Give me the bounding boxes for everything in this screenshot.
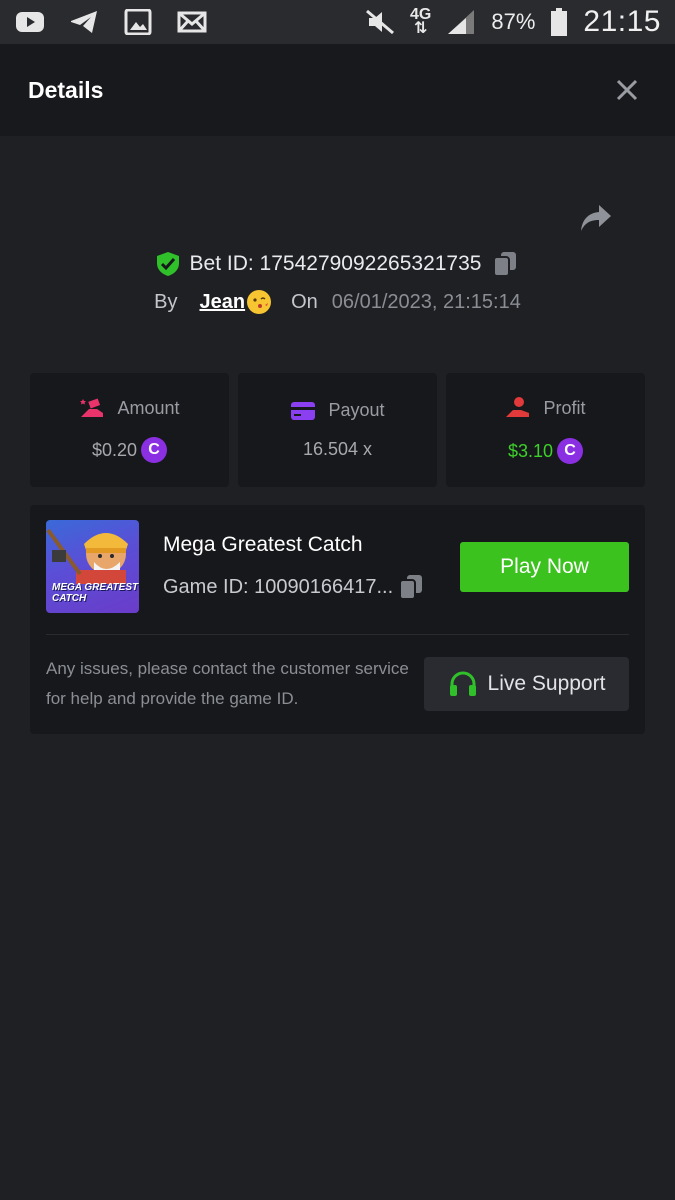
system-icons: 4G ⇅ 87% 21:15 [364,5,661,39]
mail-icon [176,8,208,36]
on-label: On [291,290,318,313]
bet-author-row: By Jean On 06/01/2023, 21:15:14 [0,284,675,320]
share-button[interactable] [576,198,616,238]
stat-payout: Payout 16.504 x [238,373,437,487]
play-now-button[interactable]: Play Now [460,542,629,592]
stat-value: 16.504 x [302,439,373,459]
clock: 21:15 [583,5,661,38]
game-id-row: Game ID: 10090166417... [163,573,425,601]
notification-icons [14,8,208,36]
copy-icon [493,252,517,277]
bet-date: 06/01/2023, 21:15:14 [331,290,521,313]
stat-value: $3.10 [507,440,554,461]
bet-id: Bet ID: 1754279092265321735 [189,252,482,275]
game-card: MEGA GREATEST CATCH Mega Greatest Catch … [30,505,645,734]
coin-icon: C [557,438,584,464]
game-title: Mega Greatest Catch [163,533,363,556]
stat-label: Payout [328,400,385,420]
game-thumbnail[interactable]: MEGA GREATEST CATCH [46,520,139,613]
stat-value: $0.20 [91,439,138,460]
page-title: Details [28,76,104,103]
stat-amount: Amount $0.20 C [30,373,229,487]
user-name: Jean [199,290,246,313]
status-bar: 4G ⇅ 87% 21:15 [0,0,675,44]
game-thumbnail-title: MEGA GREATEST CATCH [52,582,139,604]
youtube-icon [14,8,46,36]
close-button[interactable] [607,70,647,110]
copy-icon [399,575,423,600]
bet-id-row: Bet ID: 1754279092265321735 [0,244,675,284]
battery-percent: 87% [491,9,536,34]
mute-icon [364,8,396,36]
copy-game-id-button[interactable] [397,573,425,601]
game-id: Game ID: 10090166417... [163,575,394,598]
telegram-icon [68,8,100,36]
details-header: Details [0,44,675,136]
money-hand-icon [80,398,104,417]
live-support-label: Live Support [487,672,606,695]
by-label: By [154,290,178,313]
hand-coin-icon [506,397,530,417]
stat-label: Profit [543,397,586,418]
gallery-icon [122,8,154,36]
kiss-emoji-icon [247,290,272,314]
verified-shield-icon [156,252,179,276]
stat-profit: Profit $3.10 C [446,373,645,487]
divider [46,634,629,635]
bet-stats: Amount $0.20 C Payout 16.504 x Profit $3… [30,373,645,487]
stat-label: Amount [117,397,180,418]
close-icon [616,79,638,101]
live-support-button[interactable]: Live Support [424,657,629,711]
coin-icon: C [141,437,168,463]
help-text: Any issues, please contact the customer … [46,659,409,708]
network-indicator: 4G ⇅ [410,6,432,37]
headset-icon [449,671,476,696]
card-icon [291,401,316,420]
battery-icon [549,8,569,36]
user-link[interactable]: Jean [200,290,272,314]
signal-icon [445,8,477,36]
share-icon [581,205,611,231]
copy-bet-id-button[interactable] [491,250,519,278]
